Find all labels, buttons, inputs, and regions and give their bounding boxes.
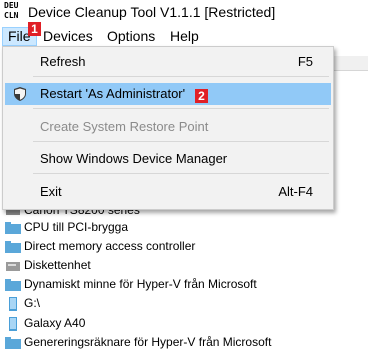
device-list-item-label: CPU till PCI-brygga [24,220,129,234]
folder-icon [5,336,21,349]
menu-item-label: Refresh [40,54,86,69]
app-logo-line-2: CLN [4,11,19,20]
file-menu-dropdown: Refresh F5 Restart 'As Administrator' Cr… [2,46,334,210]
device-list-item[interactable]: Diskettenhet [5,256,91,275]
menu-item-label: Restart 'As Administrator' [40,86,186,101]
menu-item-refresh[interactable]: Refresh F5 [3,51,333,73]
device-list-item[interactable]: Galaxy A40 [5,314,85,333]
menu-item-label: Create System Restore Point [40,119,209,134]
device-list-item-label: Dynamiskt minne för Hyper-V från Microso… [24,277,257,291]
folder-icon [5,240,21,253]
device-list-item[interactable]: Direct memory access controller [5,237,195,256]
menu-item-show-device-manager[interactable]: Show Windows Device Manager [3,148,333,170]
menu-item-exit[interactable]: Exit Alt-F4 [3,181,333,203]
menu-item-shortcut: F5 [297,54,313,69]
menu-help[interactable]: Help [165,28,204,45]
drive-icon [6,261,20,271]
shield-icon [14,87,26,101]
window-title: Device Cleanup Tool V1.1.1 [Restricted] [28,4,276,20]
menu-separator [33,108,329,109]
folder-icon [5,221,21,234]
app-logo-icon: DEU CLN [4,1,24,23]
menu-item-label: Show Windows Device Manager [40,151,228,166]
device-list-item[interactable]: Dynamiskt minne för Hyper-V från Microso… [5,275,257,294]
menu-item-restart-as-admin[interactable]: Restart 'As Administrator' [5,83,331,105]
menu-item-shortcut: Alt-F4 [278,184,313,199]
step-badge-2: 2 [195,89,208,103]
step-badge-1: 1 [28,22,41,36]
menu-separator [33,76,329,77]
menu-separator [33,141,329,142]
menu-item-label: Exit [40,184,62,199]
device-list-item-label: G:\ [24,296,41,310]
menu-separator [33,173,329,174]
menu-options[interactable]: Options [102,28,160,45]
device-list-item[interactable]: Genereringsräknare för Hyper-V från Micr… [5,333,271,352]
device-list-item-label: Galaxy A40 [24,316,86,330]
device-icon [9,296,17,311]
device-list-item-label: Diskettenhet [24,258,91,272]
app-logo-line-1: DEU [4,1,19,10]
device-icon [9,316,17,331]
menu-item-create-restore-point[interactable]: Create System Restore Point [3,116,333,138]
menu-devices[interactable]: Devices [38,28,98,45]
folder-icon [5,278,21,291]
menu-bar: File Devices Options Help [0,26,368,46]
device-list-item[interactable]: G:\ [5,294,40,313]
title-bar: DEU CLN Device Cleanup Tool V1.1.1 [Rest… [0,0,368,26]
device-list-item-label: Direct memory access controller [24,239,196,253]
device-list-item[interactable]: CPU till PCI-brygga [5,218,128,237]
